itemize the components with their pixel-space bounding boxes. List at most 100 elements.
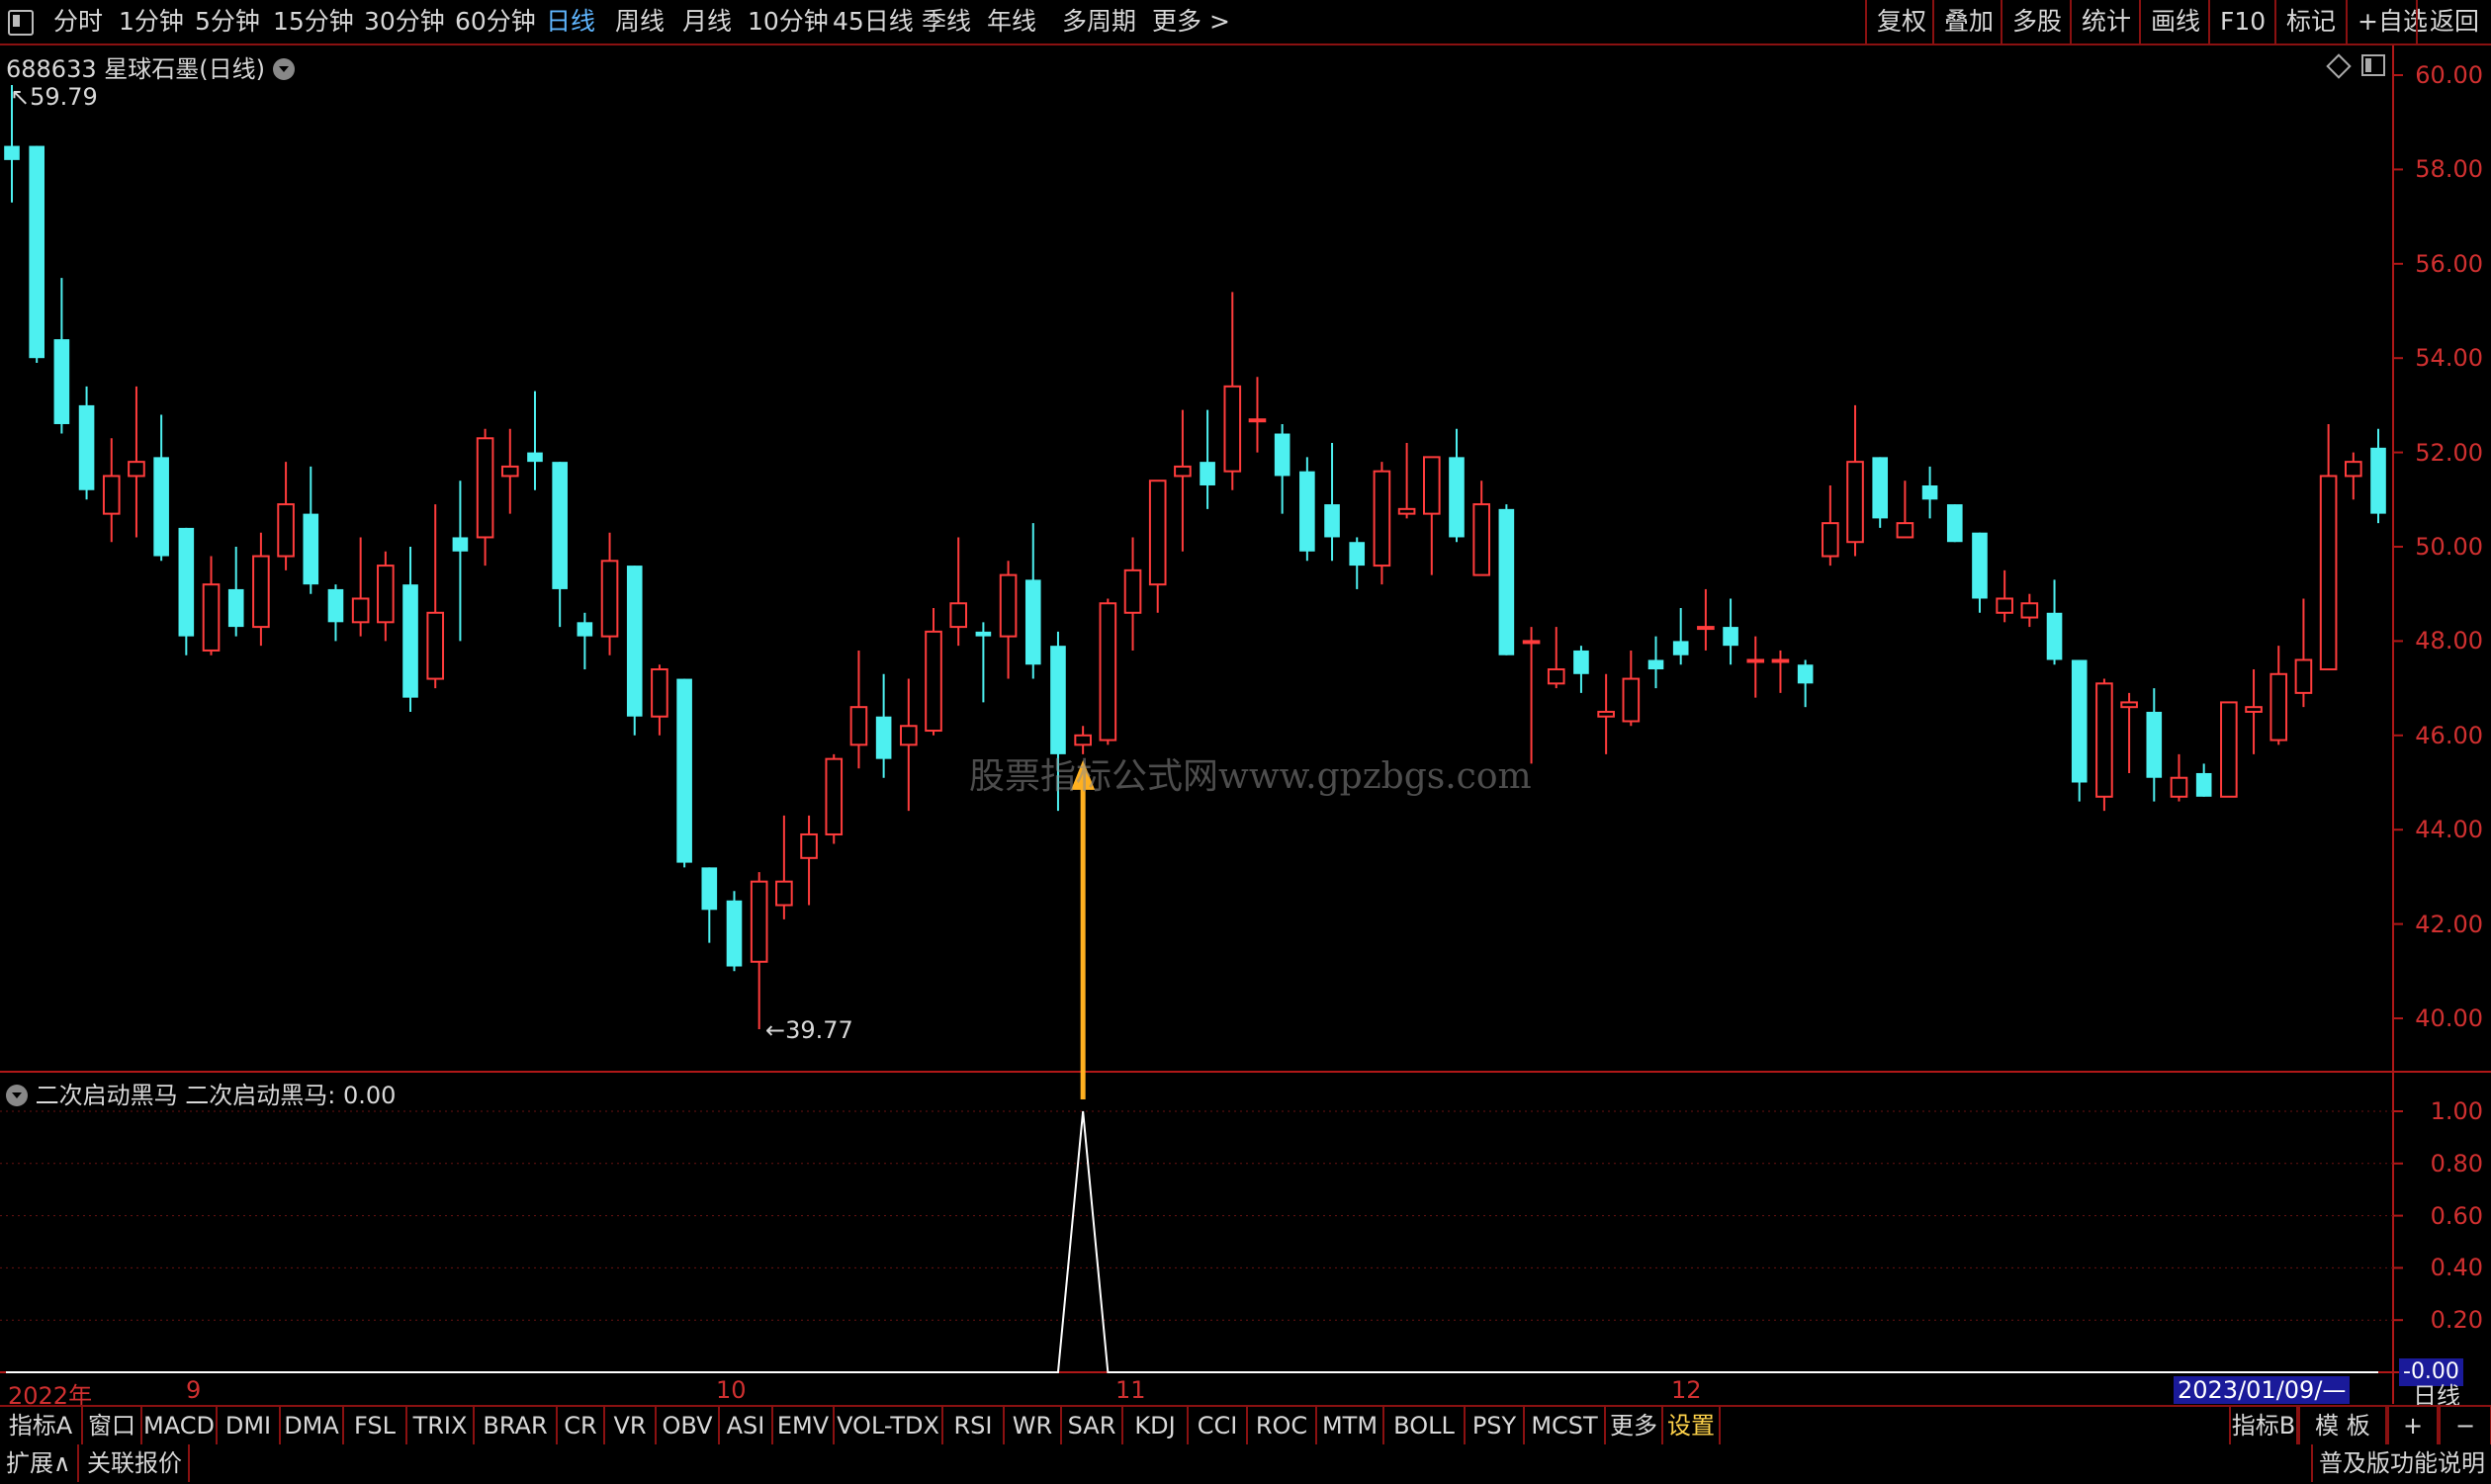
period-tab-4[interactable]: 30分钟: [364, 0, 445, 44]
period-tab-8[interactable]: 月线: [682, 0, 732, 44]
indicator-right-tab-2[interactable]: +: [2387, 1407, 2439, 1444]
candle-61: [1522, 627, 1541, 764]
candle-26: [651, 664, 668, 736]
candle-22: [552, 462, 568, 628]
indicator-tab-1[interactable]: 窗口: [83, 1407, 142, 1444]
indicator-tab-25[interactable]: 设置: [1663, 1407, 1721, 1444]
edition-help-button[interactable]: 普及版功能说明: [2311, 1444, 2491, 1482]
candle-37: [925, 608, 942, 736]
indicator-tab-11[interactable]: ASI: [720, 1407, 773, 1444]
period-toolbar: 分时 1分钟 5分钟 15分钟 30分钟 60分钟 日线 周线 月线 10分钟 45日线 季线 年线 多周…: [0, 0, 2491, 45]
candle-78: [1946, 504, 1963, 543]
ind-tick-2: 0.60: [2430, 1201, 2483, 1230]
indicator-tab-8[interactable]: CR: [558, 1407, 605, 1444]
candle-65: [1622, 650, 1641, 727]
indicator-tab-24[interactable]: 更多: [1606, 1407, 1663, 1444]
candle-50: [1248, 377, 1267, 453]
period-tab-12[interactable]: 年线: [987, 0, 1036, 44]
period-tab-3[interactable]: 15分钟: [273, 0, 354, 44]
toolbar-button-5[interactable]: F10: [2208, 0, 2274, 44]
indicator-tab-22[interactable]: PSY: [1466, 1407, 1525, 1444]
candle-76: [1896, 480, 1914, 539]
toolbar-button-4[interactable]: 画线: [2139, 0, 2208, 44]
expand-button[interactable]: 扩展∧: [0, 1444, 79, 1482]
candle-57: [1422, 456, 1441, 575]
price-tick-6: 48.00: [2415, 627, 2483, 655]
panel-layout-icon[interactable]: [2361, 54, 2385, 76]
candle-63: [1573, 646, 1589, 693]
price-tick-0: 60.00: [2415, 61, 2483, 89]
candle-69: [1723, 598, 1738, 665]
indicator-tab-4[interactable]: DMA: [281, 1407, 344, 1444]
period-tab-6[interactable]: 日线: [546, 0, 595, 44]
indicator-dropdown-icon[interactable]: [6, 1085, 28, 1106]
indicator-tab-3[interactable]: DMI: [218, 1407, 281, 1444]
candle-68: [1697, 588, 1715, 651]
period-tab-1[interactable]: 1分钟: [119, 0, 184, 44]
candle-54: [1349, 537, 1366, 589]
toolbar-button-8[interactable]: 返回: [2416, 0, 2491, 44]
ind-tick-0: 1.00: [2430, 1097, 2483, 1125]
candle-83: [2071, 659, 2088, 802]
indicator-tab-16[interactable]: SAR: [1062, 1407, 1123, 1444]
period-tab-13[interactable]: 多周期: [1062, 0, 1136, 44]
candle-5: [128, 386, 145, 538]
indicator-tab-17[interactable]: KDJ: [1123, 1407, 1189, 1444]
candle-87: [2170, 753, 2188, 802]
candle-62: [1547, 627, 1565, 689]
indicator-tab-23[interactable]: MCST: [1525, 1407, 1606, 1444]
low-marker: ←39.77: [765, 1016, 853, 1044]
indicator-tab-19[interactable]: ROC: [1248, 1407, 1317, 1444]
indicator-tab-6[interactable]: TRIX: [407, 1407, 475, 1444]
candle-19: [476, 428, 494, 567]
indicator-right-tab-3[interactable]: −: [2439, 1407, 2491, 1444]
period-tab-5[interactable]: 60分钟: [455, 0, 536, 44]
indicator-tab-0[interactable]: 指标A: [0, 1407, 83, 1444]
indicator-tab-10[interactable]: OBV: [657, 1407, 720, 1444]
period-tab-11[interactable]: 季线: [922, 0, 971, 44]
window-toggle-icon[interactable]: [8, 10, 34, 36]
candle-84: [2095, 678, 2113, 812]
price-tick-3: 54.00: [2415, 344, 2483, 373]
indicator-tab-5[interactable]: FSL: [344, 1407, 407, 1444]
period-tab-7[interactable]: 周线: [615, 0, 665, 44]
period-tab-2[interactable]: 5分钟: [195, 0, 260, 44]
candle-16: [402, 547, 418, 712]
period-tab-10[interactable]: 45日线: [833, 0, 914, 44]
ind-tick-4: 0.20: [2430, 1306, 2483, 1335]
indicator-tab-14[interactable]: RSI: [943, 1407, 1005, 1444]
indicator-tab-7[interactable]: BRAR: [475, 1407, 558, 1444]
cursor-date-badge: 2023/01/09/—: [2174, 1376, 2351, 1404]
toolbar-button-2[interactable]: 多股: [2001, 0, 2070, 44]
toolbar-button-7[interactable]: +自选: [2346, 0, 2428, 44]
period-tab-0[interactable]: 分时: [53, 0, 103, 44]
price-tick-10: 40.00: [2415, 1004, 2483, 1032]
candle-29: [726, 891, 743, 972]
indicator-tab-2[interactable]: MACD: [142, 1407, 218, 1444]
candle-33: [825, 753, 844, 844]
toolbar-button-3[interactable]: 统计: [2070, 0, 2139, 44]
ind-tick-3: 0.40: [2430, 1254, 2483, 1282]
indicator-tab-15[interactable]: WR: [1005, 1407, 1062, 1444]
candle-44: [1099, 598, 1117, 745]
chart-canvas[interactable]: [0, 45, 2491, 1404]
candle-60: [1498, 504, 1515, 655]
dropdown-circle-icon[interactable]: [272, 58, 295, 80]
indicator-tab-18[interactable]: CCI: [1189, 1407, 1248, 1444]
related-quotes-button[interactable]: 关联报价: [81, 1444, 190, 1482]
indicator-right-tab-1[interactable]: 模 板: [2298, 1407, 2387, 1444]
indicator-tab-20[interactable]: MTM: [1317, 1407, 1384, 1444]
toolbar-button-6[interactable]: 标记: [2274, 0, 2346, 44]
indicator-right-tab-0[interactable]: 指标B: [2229, 1407, 2298, 1444]
toolbar-button-1[interactable]: 叠加: [1932, 0, 2001, 44]
period-tab-14[interactable]: 更多 >: [1152, 0, 1230, 44]
indicator-tab-9[interactable]: VR: [605, 1407, 657, 1444]
indicator-tab-13[interactable]: VOL-TDX: [835, 1407, 943, 1444]
candle-47: [1174, 409, 1192, 552]
indicator-tab-21[interactable]: BOLL: [1384, 1407, 1466, 1444]
candle-3: [78, 386, 95, 500]
period-tab-9[interactable]: 10分钟: [748, 0, 829, 44]
indicator-tab-12[interactable]: EMV: [773, 1407, 835, 1444]
toolbar-button-0[interactable]: 复权: [1865, 0, 1932, 44]
candle-75: [1872, 457, 1889, 528]
